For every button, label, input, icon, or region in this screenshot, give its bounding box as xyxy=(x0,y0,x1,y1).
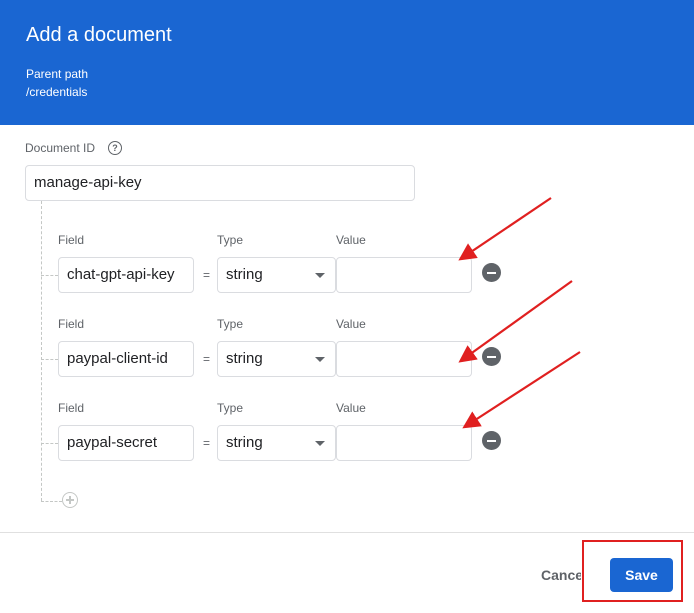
annotation-arrow xyxy=(458,280,573,363)
annotation-arrow xyxy=(462,351,581,429)
annotation-arrows xyxy=(458,197,581,429)
annotation-arrow xyxy=(458,197,552,261)
add-document-dialog: Add a document Parent path /credentials … xyxy=(0,0,694,613)
